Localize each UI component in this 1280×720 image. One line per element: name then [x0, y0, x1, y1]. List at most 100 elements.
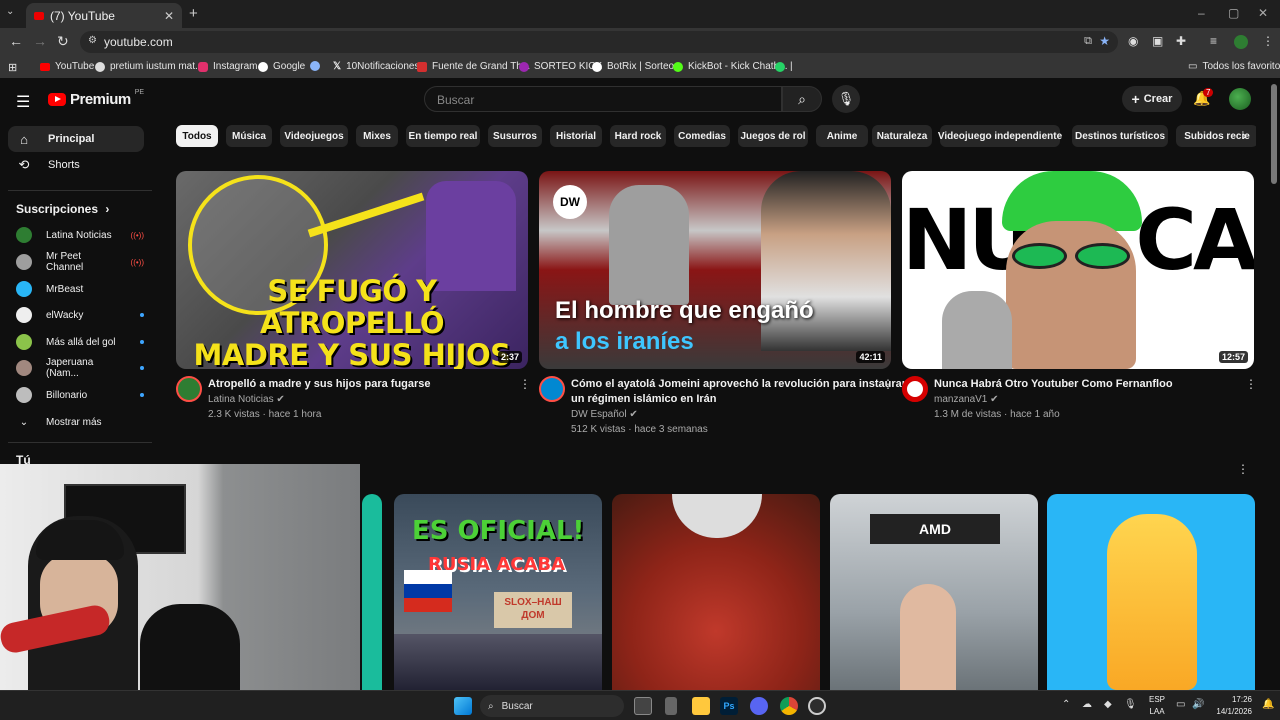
video-title[interactable]: Atropelló a madre y sus hijos para fugar… — [208, 377, 508, 392]
address-bar[interactable]: ⚙ youtube.com ⧉ ★ — [80, 31, 1118, 53]
forward-icon[interactable]: → — [33, 33, 47, 49]
notifications-icon[interactable]: 🔔 — [1262, 699, 1274, 710]
windows-start-icon[interactable] — [454, 697, 472, 715]
profile-avatar-icon[interactable] — [1234, 35, 1248, 49]
shorts-thumbnail[interactable] — [362, 494, 382, 690]
install-app-icon[interactable]: ⧉ — [1084, 35, 1092, 48]
close-window-icon[interactable]: ✕ — [1258, 6, 1268, 20]
chip[interactable]: Naturaleza — [872, 125, 932, 147]
bookmark-item[interactable]: 𝕏 10Notificaciones — [333, 61, 419, 72]
extension-icon[interactable]: ▣ — [1152, 34, 1163, 48]
subscription-item[interactable]: Más allá del gol — [16, 332, 144, 352]
shorts-thumbnail[interactable]: ES OFICIAL! RUSIA ACABA SLOX–НАШ ДОМ — [394, 494, 602, 690]
tab-search-icon[interactable]: ⌄ — [6, 6, 14, 17]
sidebar-item-shorts[interactable]: ⟲ Shorts — [8, 152, 144, 178]
browser-menu-icon[interactable]: ⋮ — [1262, 34, 1274, 48]
taskbar-search[interactable]: ⌕ Buscar — [480, 695, 624, 717]
extensions-puzzle-icon[interactable]: ✚ — [1176, 34, 1186, 48]
channel-avatar[interactable] — [902, 376, 928, 402]
close-tab-icon[interactable]: ✕ — [164, 9, 174, 23]
subscription-item[interactable]: Japeruana (Nam... — [16, 357, 144, 379]
chevron-right-icon[interactable]: › — [1242, 127, 1247, 143]
chip[interactable]: Videojuego independiente — [938, 125, 1062, 147]
reading-list-icon[interactable]: ≡ — [1210, 34, 1217, 48]
shorts-thumbnail[interactable] — [1047, 494, 1255, 690]
bookmark-item[interactable]: Fuente de Grand Th... — [417, 61, 530, 72]
all-favorites-folder[interactable]: ▭ Todos los favoritos — [1188, 61, 1280, 72]
subscription-item[interactable]: Billonario — [16, 385, 144, 405]
video-title[interactable]: Nunca Habrá Otro Youtuber Como Fernanflo… — [934, 377, 1234, 392]
subscriptions-header[interactable]: Suscripciones › — [16, 202, 109, 216]
chip[interactable]: Comedias — [674, 125, 730, 147]
chip[interactable]: Videojuegos — [280, 125, 348, 147]
system-clock[interactable]: 17:26 14/1/2026 — [1214, 694, 1252, 718]
bookmark-item[interactable] — [310, 61, 320, 71]
chip[interactable]: Juegos de rol — [738, 125, 808, 147]
channel-name[interactable]: DW Español ✔ — [571, 407, 638, 422]
chip[interactable]: Destinos turísticos — [1072, 125, 1168, 147]
bookmark-star-icon[interactable]: ★ — [1099, 34, 1110, 48]
bookmark-item[interactable]: pretium iustum mat... — [95, 61, 203, 72]
chip-todos[interactable]: Todos — [176, 125, 218, 147]
file-explorer-icon[interactable] — [692, 697, 710, 715]
subscription-item[interactable]: Mr Peet Channel ((•)) — [16, 251, 144, 273]
create-button[interactable]: + Crear — [1122, 86, 1182, 112]
bookmark-item[interactable]: Google — [258, 61, 305, 72]
youtube-premium-logo[interactable]: Premium PE — [48, 89, 144, 108]
task-view-icon[interactable] — [634, 697, 652, 715]
input-language[interactable]: ESP LAA — [1147, 694, 1167, 718]
bookmark-item[interactable]: KickBot - Kick Chatb... — [673, 61, 787, 72]
chip[interactable]: Hard rock — [610, 125, 666, 147]
apps-grid-icon[interactable]: ⊞ — [8, 61, 17, 74]
chip[interactable]: Historial — [550, 125, 602, 147]
mic-icon[interactable]: 🎙 — [1124, 699, 1137, 710]
subscription-item[interactable]: Latina Noticias ((•)) — [16, 225, 144, 245]
browser-tab[interactable]: (7) YouTube ✕ — [26, 3, 182, 28]
voice-search-button[interactable]: 🎙 — [832, 85, 860, 113]
chevron-up-icon[interactable]: ⌃ — [1062, 699, 1070, 710]
show-more-button[interactable]: ⌄ Mostrar más — [16, 412, 144, 432]
extension-icon[interactable]: ◉ — [1128, 34, 1138, 48]
video-thumbnail[interactable]: SE FUGÓ Y ATROPELLÓ MADRE Y SUS HIJOS 2:… — [176, 171, 528, 369]
search-input[interactable]: Buscar — [424, 86, 782, 112]
subscription-item[interactable]: MrBeast — [16, 279, 144, 299]
chip[interactable]: Música — [226, 125, 272, 147]
sidebar-item-principal[interactable]: ⌂ Principal — [8, 126, 144, 152]
avatar[interactable] — [1229, 88, 1251, 110]
bookmark-item[interactable]: BotRix | Sorteos — [592, 61, 679, 72]
reload-icon[interactable]: ↻ — [57, 33, 69, 50]
back-icon[interactable]: ← — [9, 33, 23, 49]
network-icon[interactable]: ▭ — [1176, 699, 1185, 710]
chip[interactable]: Mixes — [356, 125, 398, 147]
tray-app-icon[interactable]: ☁ — [1082, 699, 1092, 710]
volume-icon[interactable]: 🔊 — [1192, 699, 1204, 710]
channel-avatar[interactable] — [176, 376, 202, 402]
more-options-icon[interactable]: ⋮ — [519, 377, 531, 391]
search-button[interactable]: ⌕ — [782, 86, 822, 112]
shorts-thumbnail[interactable]: AMD — [830, 494, 1038, 690]
channel-name[interactable]: Latina Noticias ✔ — [208, 392, 285, 407]
chip[interactable]: Anime — [816, 125, 868, 147]
bookmark-item[interactable]: | — [775, 61, 793, 72]
chip[interactable]: Susurros — [488, 125, 542, 147]
shorts-thumbnail[interactable] — [612, 494, 820, 690]
subscription-item[interactable]: elWacky — [16, 305, 144, 325]
maximize-icon[interactable]: ▢ — [1228, 6, 1239, 20]
channel-avatar[interactable] — [539, 376, 565, 402]
site-info-icon[interactable]: ⚙ — [88, 35, 97, 46]
minimize-icon[interactable]: – — [1198, 6, 1205, 20]
bookmark-item[interactable]: SORTEO KICK — [519, 61, 602, 72]
more-options-icon[interactable]: ⋮ — [882, 377, 894, 391]
channel-name[interactable]: manzanaV1 ✔ — [934, 392, 999, 407]
new-tab-icon[interactable]: + — [189, 5, 198, 22]
bookmark-item[interactable]: YouTube — [40, 61, 94, 72]
discord-icon[interactable] — [750, 697, 768, 715]
video-thumbnail[interactable]: NU CA 12:57 — [902, 171, 1254, 369]
menu-icon[interactable]: ☰ — [16, 92, 30, 112]
chip[interactable]: En tiempo real — [406, 125, 480, 147]
chrome-icon[interactable] — [780, 697, 798, 715]
video-title[interactable]: Cómo el ayatolá Jomeini aprovechó la rev… — [571, 377, 906, 407]
obs-icon[interactable] — [808, 697, 826, 715]
bookmark-item[interactable]: Instagram — [198, 61, 257, 72]
scrollbar[interactable] — [1271, 84, 1277, 184]
